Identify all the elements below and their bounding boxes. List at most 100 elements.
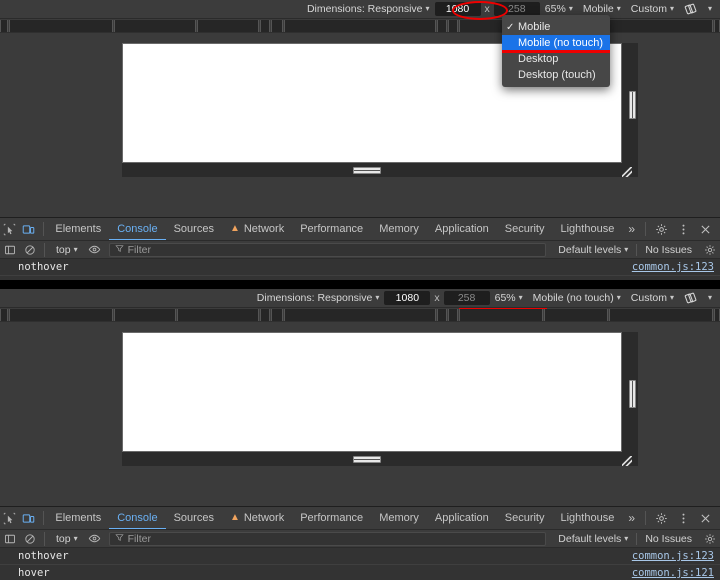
gear-icon[interactable] [650, 507, 672, 529]
console-message-source[interactable]: common.js:121 [632, 567, 714, 579]
device-type-select-bottom[interactable]: Mobile (no touch) ▾ [528, 289, 626, 308]
menu-item-desktop-touch[interactable]: Desktop (touch) [502, 67, 610, 83]
tab-lighthouse[interactable]: Lighthouse [553, 507, 623, 530]
viewport-ruler-bottom[interactable] [0, 308, 720, 322]
height-input-top[interactable]: 258 [493, 2, 540, 16]
tab-performance[interactable]: Performance [292, 507, 371, 530]
tab-label: Console [117, 223, 158, 235]
issues-status[interactable]: No Issues [636, 532, 700, 545]
filter-placeholder: Filter [127, 532, 151, 545]
tab-console[interactable]: Console [109, 507, 165, 530]
more-tabs-button[interactable]: » [622, 511, 641, 525]
menu-item-desktop[interactable]: Desktop [502, 51, 610, 67]
device-toolbar-icon[interactable] [19, 507, 38, 529]
rotate-device-icon [684, 2, 698, 16]
toolbar-overflow-button-bottom[interactable]: ▾ [703, 289, 720, 308]
width-input-top[interactable]: 1080 [434, 2, 481, 16]
tab-performance[interactable]: Performance [292, 218, 371, 241]
menu-item-mobile[interactable]: Mobile [502, 19, 610, 35]
resize-handle-right[interactable] [629, 91, 636, 119]
tab-label: Elements [55, 223, 102, 235]
resize-handle-bottom[interactable] [353, 167, 381, 174]
chevron-down-icon: ▾ [73, 244, 78, 254]
issues-settings-icon[interactable] [700, 529, 720, 548]
device-viewport-bottom[interactable] [122, 332, 622, 452]
tab-console[interactable]: Console [109, 218, 165, 241]
tab-memory[interactable]: Memory [371, 218, 427, 241]
execution-context-select[interactable]: top ▾ [49, 244, 85, 256]
console-message-row[interactable]: nothover common.js:123 [0, 548, 720, 565]
throttling-select-top[interactable]: Custom ▾ [626, 0, 679, 19]
inspect-element-icon[interactable] [0, 507, 19, 529]
tab-elements[interactable]: Elements [47, 507, 109, 530]
dimensions-select-top[interactable]: Dimensions: Responsive ▾ [302, 0, 435, 19]
tab-network[interactable]: ▲ Network [222, 218, 292, 241]
device-type-dropdown-menu[interactable]: Mobile Mobile (no touch) Desktop Desktop… [502, 15, 610, 87]
filter-placeholder: Filter [127, 243, 151, 256]
chevron-down-icon: ▾ [669, 4, 674, 13]
live-expression-icon[interactable] [85, 529, 105, 548]
zoom-select-bottom[interactable]: 65% ▾ [490, 289, 528, 308]
console-sidebar-icon[interactable] [0, 529, 20, 548]
inspect-element-icon[interactable] [0, 218, 19, 240]
tab-elements[interactable]: Elements [47, 218, 109, 241]
tab-label: Network [243, 223, 285, 235]
zoom-value: 65% [544, 3, 566, 15]
device-stage-top [0, 33, 720, 217]
resize-handle-corner[interactable] [622, 167, 632, 177]
width-input-bottom[interactable]: 1080 [384, 291, 431, 305]
device-toolbar-icon[interactable] [19, 218, 38, 240]
tab-label: Sources [173, 223, 214, 235]
console-filter-input[interactable]: Filter [108, 531, 547, 546]
issues-settings-icon[interactable] [700, 240, 720, 259]
more-options-icon[interactable] [672, 507, 694, 529]
clear-console-icon[interactable] [20, 240, 40, 259]
tab-label: Network [243, 512, 285, 524]
height-input-bottom[interactable]: 258 [443, 291, 490, 305]
console-message-row[interactable]: nothover common.js:123 [0, 259, 720, 276]
menu-item-label: Mobile [518, 21, 551, 33]
live-expression-icon[interactable] [85, 240, 105, 259]
rotate-device-button-top[interactable] [679, 0, 703, 19]
resize-handle-corner[interactable] [622, 456, 632, 466]
gear-icon[interactable] [650, 218, 672, 240]
console-sidebar-icon[interactable] [0, 240, 20, 259]
execution-context-select[interactable]: top ▾ [49, 533, 85, 545]
tab-memory[interactable]: Memory [371, 507, 427, 530]
devtools-panel-top: Dimensions: Responsive ▾ 1080 x 258 65% … [0, 0, 720, 280]
levels-value: Default levels [558, 532, 622, 545]
warning-triangle-icon: ▲ [229, 223, 240, 234]
tab-network[interactable]: ▲ Network [222, 507, 292, 530]
close-icon[interactable] [694, 218, 716, 240]
more-tabs-button[interactable]: » [622, 222, 641, 236]
clear-console-icon[interactable] [20, 529, 40, 548]
devtools-panel-bottom: Dimensions: Responsive ▾ 1080 x 258 65% … [0, 289, 720, 580]
tab-application[interactable]: Application [427, 218, 497, 241]
close-icon[interactable] [694, 507, 716, 529]
issues-status[interactable]: No Issues [636, 243, 700, 256]
tab-sources[interactable]: Sources [166, 218, 222, 241]
console-filter-input[interactable]: Filter [108, 242, 547, 257]
log-levels-select[interactable]: Default levels ▾ [550, 244, 636, 256]
throttling-select-bottom[interactable]: Custom ▾ [626, 289, 679, 308]
tab-application[interactable]: Application [427, 507, 497, 530]
menu-item-mobile-no-touch[interactable]: Mobile (no touch) [502, 35, 610, 53]
viewport-ruler-top[interactable] [0, 19, 720, 33]
log-levels-select[interactable]: Default levels ▾ [550, 533, 636, 545]
tab-lighthouse[interactable]: Lighthouse [553, 218, 623, 241]
toolbar-overflow-button-top[interactable]: ▾ [703, 0, 720, 19]
console-message-source[interactable]: common.js:123 [632, 261, 714, 273]
console-message-row[interactable]: hover common.js:121 [0, 565, 720, 580]
tab-label: Performance [300, 512, 364, 524]
resize-handle-right[interactable] [629, 380, 636, 408]
tab-security[interactable]: Security [497, 507, 553, 530]
more-options-icon[interactable] [672, 218, 694, 240]
resize-handle-bottom[interactable] [353, 456, 381, 463]
dimensions-label: Dimensions: Responsive [306, 3, 423, 15]
dimensions-select-bottom[interactable]: Dimensions: Responsive ▾ [252, 289, 385, 308]
rotate-device-button-bottom[interactable] [679, 289, 703, 308]
tab-sources[interactable]: Sources [166, 507, 222, 530]
device-stage-bottom [0, 322, 720, 506]
console-message-source[interactable]: common.js:123 [632, 550, 714, 562]
tab-security[interactable]: Security [497, 218, 553, 241]
